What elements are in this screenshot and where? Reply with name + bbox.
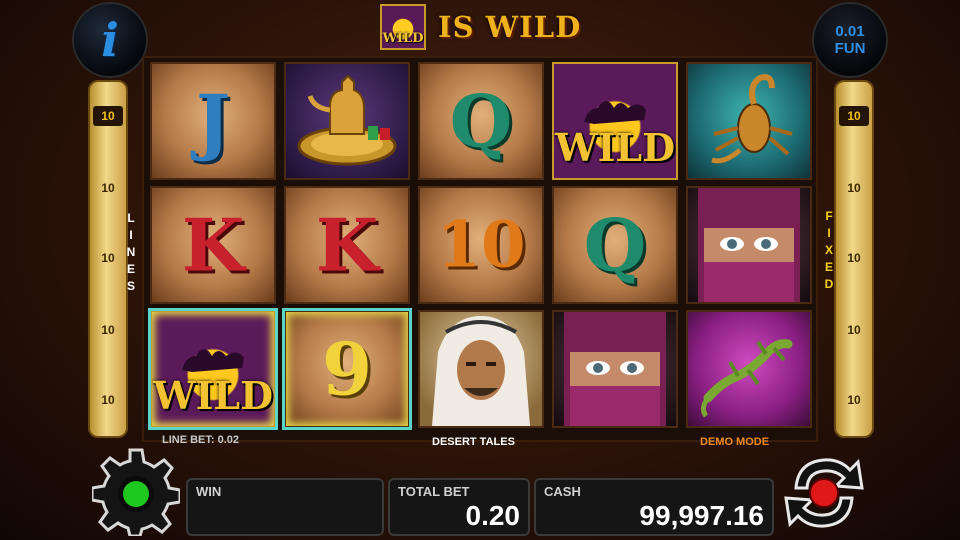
reels-area: J Q WILD K K 10 Q WILD 9 LINE BET: 0.02 … — [142, 56, 818, 448]
cash-panel: CASH 99,997.16 — [534, 478, 774, 536]
fixed-label: F I X E D — [822, 208, 836, 293]
lines-letter: L — [127, 211, 135, 225]
cash-label: CASH — [544, 484, 581, 499]
scorpion-icon — [711, 74, 793, 164]
line-indicator[interactable]: 10 — [839, 106, 869, 126]
symbol-letter: J — [195, 78, 231, 164]
symbol-10: 10 — [418, 186, 544, 304]
total-bet-panel[interactable]: TOTAL BET 0.20 — [388, 478, 530, 536]
left-lines-bar: 10 10 10 10 10 — [88, 80, 128, 438]
symbol-9: 9 — [282, 308, 412, 430]
symbol-q: Q — [418, 62, 544, 180]
demo-mode-caption: DEMO MODE — [700, 436, 770, 448]
line-indicator[interactable]: 10 — [93, 106, 123, 126]
lines-letter: E — [126, 262, 135, 276]
fixed-letter: E — [824, 260, 833, 274]
symbol-letter: K — [315, 202, 379, 288]
line-indicator[interactable]: 10 — [93, 248, 123, 268]
lizard-icon — [700, 339, 793, 418]
line-indicator[interactable]: 10 — [839, 390, 869, 410]
refresh-icon — [784, 458, 864, 528]
symbol-letter: 9 — [321, 326, 373, 412]
settings-button[interactable] — [92, 448, 180, 536]
veiled-woman-icon — [564, 312, 666, 426]
gear-icon — [92, 448, 180, 536]
info-icon: i — [101, 13, 119, 67]
win-panel: WIN — [186, 478, 384, 536]
right-lines-bar: 10 10 10 10 10 — [834, 80, 874, 438]
wild-badge-icon: WILD — [380, 4, 426, 50]
symbol-lizard — [686, 310, 812, 428]
symbol-q: Q — [552, 186, 678, 304]
info-button[interactable]: i — [72, 2, 148, 78]
denomination-currency: FUN — [834, 40, 866, 57]
spin-button[interactable] — [778, 448, 870, 538]
teapot-tray-icon — [297, 74, 397, 166]
line-indicator[interactable]: 10 — [93, 320, 123, 340]
line-indicator[interactable]: 10 — [93, 178, 123, 198]
lines-letter: N — [126, 245, 136, 259]
symbol-letter: Q — [583, 202, 647, 288]
wild-banner: WILD IS WILD — [380, 4, 581, 50]
denomination-button[interactable]: 0.01 FUN — [812, 2, 888, 78]
symbol-teapot-tray — [284, 62, 410, 180]
line-bet-caption: LINE BET: 0.02 — [162, 434, 240, 446]
symbol-j: J — [150, 62, 276, 180]
fixed-letter: F — [825, 209, 833, 223]
wild-text: WILD — [152, 373, 274, 418]
total-bet-label: TOTAL BET — [398, 484, 470, 499]
symbol-k: K — [150, 186, 276, 304]
symbol-veiled-woman — [552, 310, 678, 428]
symbol-k: K — [284, 186, 410, 304]
game-name-caption: DESERT TALES — [432, 436, 515, 448]
win-label: WIN — [196, 484, 222, 499]
wild-text: WILD — [554, 125, 676, 170]
symbol-letter: K — [181, 202, 245, 288]
lines-letter: S — [126, 279, 135, 293]
symbol-veiled-woman — [686, 186, 812, 304]
symbol-wild: WILD — [552, 62, 678, 180]
denomination-value: 0.01 — [835, 23, 865, 40]
cash-value: 99,997.16 — [639, 500, 764, 531]
symbol-scorpion — [686, 62, 812, 180]
fixed-letter: I — [827, 226, 831, 240]
veiled-woman-icon — [698, 188, 800, 302]
symbol-letter: Q — [449, 78, 513, 164]
line-indicator[interactable]: 10 — [839, 320, 869, 340]
fixed-letter: X — [824, 243, 833, 257]
symbol-letter: 10 — [436, 207, 526, 283]
lines-label: L I N E S — [124, 210, 138, 295]
fixed-letter: D — [824, 277, 834, 291]
line-indicator[interactable]: 10 — [93, 390, 123, 410]
total-bet-value: 0.20 — [465, 500, 521, 531]
symbol-arab-man — [418, 310, 544, 428]
lines-letter: I — [129, 228, 133, 242]
arab-man-icon — [432, 316, 530, 426]
line-indicator[interactable]: 10 — [839, 178, 869, 198]
symbol-wild: WILD — [148, 308, 278, 430]
line-indicator[interactable]: 10 — [839, 248, 869, 268]
banner-title: IS WILD — [438, 10, 582, 44]
wild-badge-text: WILD — [382, 31, 424, 46]
